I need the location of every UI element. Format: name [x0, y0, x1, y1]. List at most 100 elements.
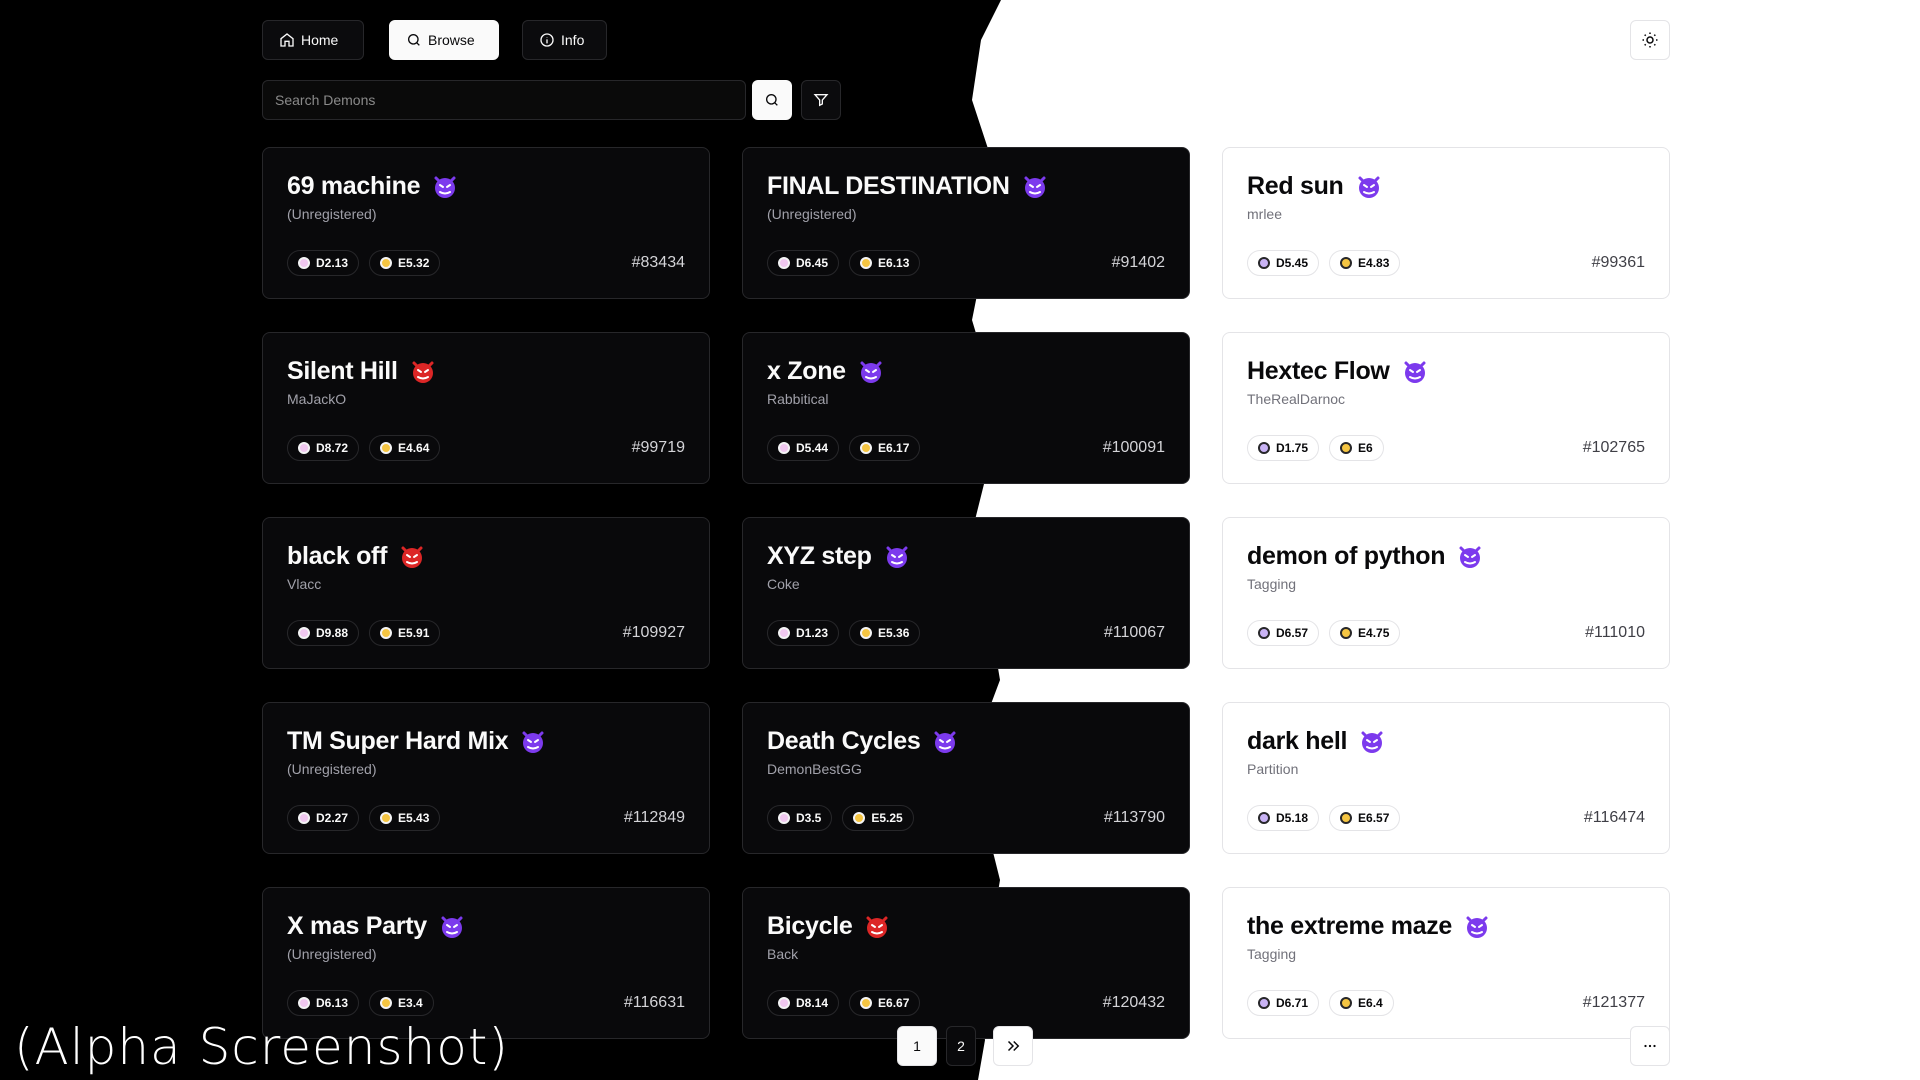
demon-card[interactable]: TM Super Hard Mix (Unregistered) D2.27 E5.4…: [262, 702, 710, 854]
info-label: Info: [561, 32, 585, 48]
enjoyment-badge: E6.67: [849, 990, 921, 1016]
info-button[interactable]: Info: [522, 20, 607, 60]
enjoyment-dot: [380, 257, 393, 269]
demon-face-icon: [886, 546, 908, 568]
demon-name: black off: [287, 541, 388, 570]
demon-card[interactable]: Death Cycles DemonBestGG D3.5 E5.25 #113790: [742, 702, 1190, 854]
demon-id: #112849: [623, 809, 685, 826]
demon-author: MaJackO: [287, 391, 347, 407]
demon-face-icon: [1361, 731, 1383, 753]
difficulty-dot: [298, 997, 310, 1009]
enjoyment-badge: E6.4: [1329, 990, 1394, 1016]
home-label: Home: [301, 32, 339, 48]
demon-card[interactable]: the extreme maze Tagging D6.71 E6.4 #121377: [1222, 887, 1670, 1039]
enjoyment-badge: E4.75: [1329, 620, 1401, 646]
difficulty-value: D5.44: [796, 441, 829, 455]
demon-author: TheRealDarnoc: [1247, 391, 1346, 407]
card-title-row: the extreme maze: [1247, 910, 1645, 942]
enjoyment-value: E5.25: [871, 811, 903, 825]
difficulty-dot: [298, 442, 310, 454]
demon-card[interactable]: black off Vlacc D9.88 E5.91 #109927: [262, 517, 710, 669]
demon-name: Death Cycles: [767, 726, 921, 755]
theme-toggle-button[interactable]: [1630, 20, 1670, 60]
enjoyment-badge: E5.43: [369, 805, 441, 831]
enjoyment-value: E5.43: [398, 811, 430, 825]
home-button[interactable]: Home: [262, 20, 364, 60]
enjoyment-value: E5.36: [878, 626, 910, 640]
card-stats: D1.23 E5.36 #110067: [767, 620, 1165, 646]
demon-card[interactable]: demon of python Tagging D6.57 E4.75 #111010: [1222, 517, 1670, 669]
demon-card[interactable]: FINAL DESTINATION (Unregistered) D6.45 E6.1…: [742, 147, 1190, 299]
demon-author: Vlacc: [287, 576, 322, 592]
demon-author: Rabbitical: [767, 391, 829, 407]
demon-author: Coke: [767, 576, 800, 592]
card-title-row: Hextec Flow: [1247, 355, 1645, 387]
difficulty-badge: D6.71: [1247, 990, 1320, 1016]
enjoyment-badge: E5.32: [369, 250, 441, 276]
difficulty-value: D6.45: [796, 256, 829, 270]
demon-author: (Unregistered): [767, 206, 857, 222]
demon-card[interactable]: Red sun mrlee D5.45 E4.83 #99361: [1222, 147, 1670, 299]
enjoyment-badge: E6.17: [849, 435, 921, 461]
enjoyment-dot: [380, 812, 393, 824]
demon-card[interactable]: dark hell Partition D5.18 E6.57 #116474: [1222, 702, 1670, 854]
enjoyment-dot: [860, 257, 873, 269]
difficulty-dot: [1258, 442, 1270, 454]
demon-card[interactable]: X mas Party (Unregistered) D6.13 E3.4 #11663…: [262, 887, 710, 1039]
enjoyment-value: E6.17: [878, 441, 910, 455]
demon-face-icon: [860, 361, 882, 383]
demon-card[interactable]: x Zone Rabbitical D5.44 E6.17 #100091: [742, 332, 1190, 484]
demon-name: Bicycle: [767, 911, 853, 940]
difficulty-value: D2.27: [316, 811, 349, 825]
difficulty-dot: [298, 812, 310, 824]
card-stats: D9.88 E5.91 #109927: [287, 620, 685, 646]
enjoyment-dot: [860, 997, 873, 1009]
demon-card[interactable]: Hextec Flow TheRealDarnoc D1.75 E6 #102765: [1222, 332, 1670, 484]
demon-card[interactable]: Silent Hill MaJackO D8.72 E4.64 #99719: [262, 332, 710, 484]
demon-card[interactable]: 69 machine (Unregistered) D2.13 E5.32 #83434: [262, 147, 710, 299]
demon-face-icon: [434, 176, 456, 198]
difficulty-dot: [778, 442, 790, 454]
enjoyment-dot: [853, 812, 866, 824]
demon-name: 69 machine: [287, 171, 421, 200]
search-icon: [766, 94, 778, 106]
page-1-button[interactable]: 1: [897, 1026, 937, 1066]
card-title-row: Bicycle: [767, 910, 1165, 942]
search-input[interactable]: [262, 80, 746, 120]
demon-name: XYZ step: [767, 541, 872, 570]
demon-name: dark hell: [1247, 726, 1348, 755]
enjoyment-badge: E4.83: [1329, 250, 1401, 276]
more-button[interactable]: [1630, 1026, 1670, 1066]
difficulty-dot: [778, 812, 790, 824]
watermark: (Alpha Screenshot): [14, 1018, 509, 1076]
demon-id: #116474: [1583, 809, 1645, 826]
difficulty-badge: D1.75: [1247, 435, 1320, 461]
difficulty-value: D3.5: [796, 811, 822, 825]
demon-card[interactable]: Bicycle Back D8.14 E6.67 #120432: [742, 887, 1190, 1039]
demon-name: Red sun: [1247, 171, 1344, 200]
search-button[interactable]: [752, 80, 792, 120]
demon-face-icon: [1024, 176, 1046, 198]
enjoyment-value: E6.57: [1358, 811, 1390, 825]
enjoyment-dot: [380, 442, 393, 454]
enjoyment-badge: E5.36: [849, 620, 921, 646]
demon-face-icon: [866, 916, 888, 938]
difficulty-value: D5.18: [1276, 811, 1309, 825]
last-page-button[interactable]: [993, 1026, 1033, 1066]
filter-button[interactable]: [801, 80, 841, 120]
demon-card[interactable]: XYZ step Coke D1.23 E5.36 #110067: [742, 517, 1190, 669]
demon-name: the extreme maze: [1247, 911, 1453, 940]
enjoyment-badge: E6.57: [1329, 805, 1401, 831]
faded-previous-row: [320, 0, 700, 92]
page-2-button[interactable]: 2: [946, 1026, 976, 1066]
demon-id: #99361: [1591, 254, 1645, 271]
demon-face-icon: [934, 731, 956, 753]
enjoyment-dot: [1340, 997, 1353, 1009]
enjoyment-badge: E5.91: [369, 620, 441, 646]
card-title-row: XYZ step: [767, 540, 1165, 572]
demon-id: #109927: [622, 624, 685, 641]
enjoyment-value: E5.91: [398, 626, 430, 640]
browse-button[interactable]: Browse: [389, 20, 499, 60]
home-icon: [280, 33, 294, 47]
demon-face-icon: [1459, 546, 1481, 568]
